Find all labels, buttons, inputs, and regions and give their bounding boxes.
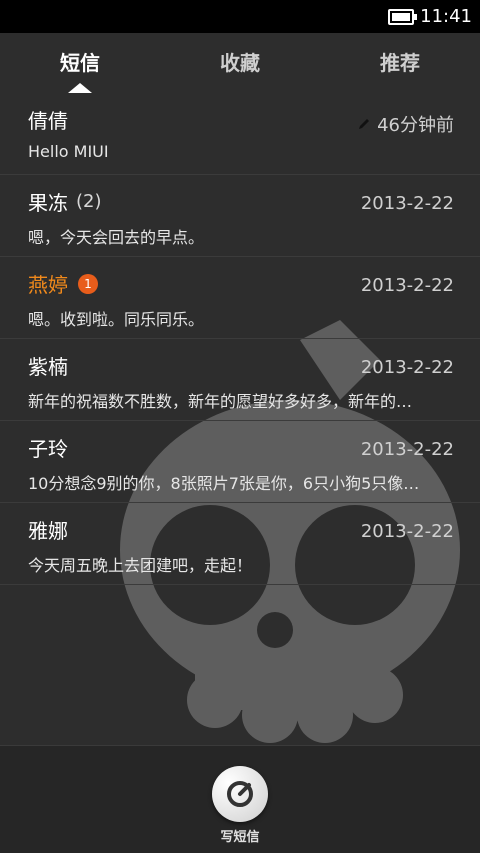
conversation-row[interactable]: 雅娜 2013-2-22 今天周五晚上去团建吧，走起！ (0, 503, 480, 585)
tab-label: 短信 (60, 51, 100, 75)
draft-pencil-icon (359, 119, 370, 129)
conversation-row[interactable]: 果冻 (2) 2013-2-22 嗯，今天会回去的早点。 (0, 175, 480, 257)
contact-name-text: 雅娜 (28, 519, 68, 543)
message-time: 2013-2-22 (361, 193, 454, 214)
message-time: 2013-2-22 (361, 275, 454, 296)
message-preview: 嗯，今天会回去的早点。 (28, 228, 205, 247)
status-time: 11:41 (420, 6, 472, 27)
message-time-text: 46分钟前 (377, 115, 454, 136)
message-time: 2013-2-22 (361, 521, 454, 542)
conversation-row[interactable]: 子玲 2013-2-22 10分想念9别的你，8张照片7张是你，6只小狗5只像… (0, 421, 480, 503)
message-time-text: 2013-2-22 (360, 275, 454, 296)
message-preview: Hello MIUI (28, 142, 109, 161)
bottom-action-bar: 写短信 (0, 745, 480, 853)
compose-label: 写短信 (220, 830, 260, 845)
tab-label: 收藏 (220, 51, 260, 75)
message-time-text: 2013-2-22 (360, 193, 454, 214)
active-tab-indicator (68, 83, 92, 93)
contact-name-text: 倩倩 (28, 109, 68, 133)
contact-name-text: 燕婷 (28, 273, 68, 297)
tab-favorites[interactable]: 收藏 (160, 33, 320, 93)
unread-badge: 1 (78, 273, 98, 294)
conversation-row[interactable]: 燕婷 1 2013-2-22 嗯。收到啦。同乐同乐。 (0, 257, 480, 339)
message-time-text: 2013-2-22 (360, 357, 454, 378)
tab-recommend[interactable]: 推荐 (320, 33, 480, 93)
battery-icon (388, 8, 418, 25)
contact-name-text: 子玲 (28, 437, 68, 461)
message-preview: 10分想念9别的你，8张照片7张是你，6只小狗5只像… (28, 474, 420, 493)
conversation-row[interactable]: 紫楠 2013-2-22 新年的祝福数不胜数，新年的愿望好多好多，新年的… (0, 339, 480, 421)
message-time: 2013-2-22 (361, 357, 454, 378)
conversation-list: 倩倩 46分钟前 Hello MIUI 果冻 (2) 2013-2-22 嗯，今… (0, 93, 480, 585)
conversation-row[interactable]: 倩倩 46分钟前 Hello MIUI (0, 93, 480, 175)
status-bar: 11:41 (0, 0, 480, 33)
message-time-text: 2013-2-22 (360, 521, 454, 542)
message-time-text: 2013-2-22 (360, 439, 454, 460)
compose-button[interactable] (212, 766, 268, 822)
tab-bar: 短信 收藏 推荐 (0, 33, 480, 93)
message-preview: 新年的祝福数不胜数，新年的愿望好多好多，新年的… (28, 392, 413, 411)
compose-icon (227, 781, 253, 807)
message-time: 2013-2-22 (361, 439, 454, 460)
message-count: (2) (76, 191, 102, 212)
contact-name-text: 果冻 (28, 191, 68, 215)
contact-name-text: 紫楠 (28, 355, 68, 379)
message-time: 46分钟前 (357, 111, 454, 137)
message-preview: 嗯。收到啦。同乐同乐。 (28, 310, 205, 329)
tab-sms[interactable]: 短信 (0, 33, 160, 93)
tab-label: 推荐 (380, 51, 420, 75)
message-preview: 今天周五晚上去团建吧，走起！ (28, 556, 253, 575)
